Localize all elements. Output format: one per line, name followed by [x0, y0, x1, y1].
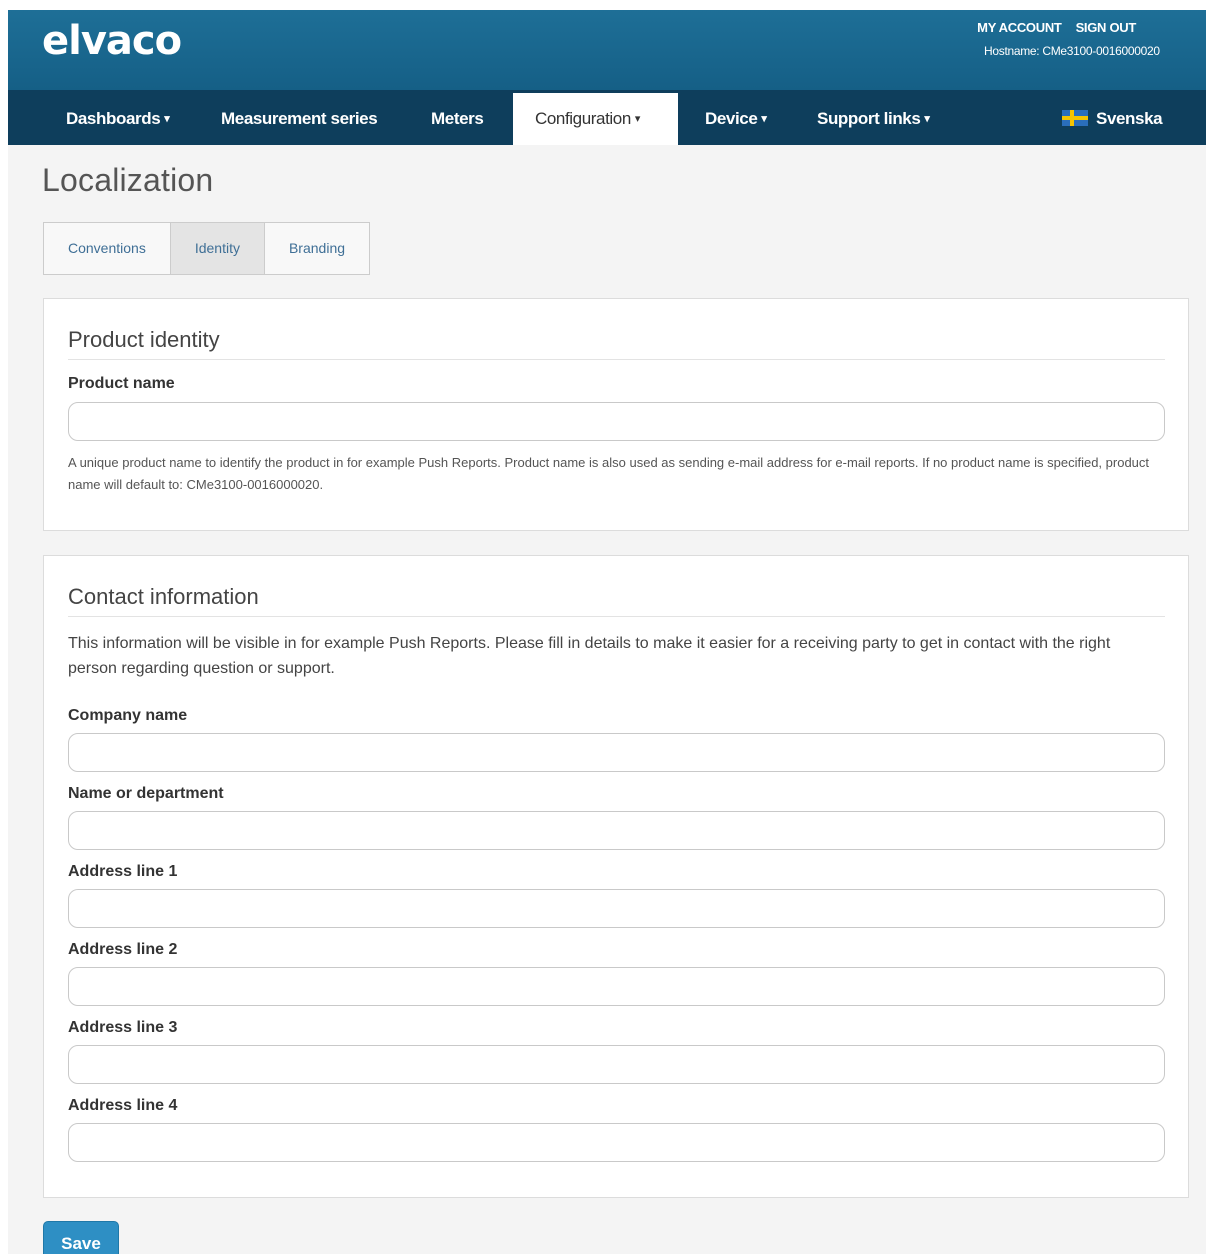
- tab-branding[interactable]: Branding: [265, 223, 369, 274]
- company-name-input[interactable]: [68, 733, 1165, 772]
- chevron-down-icon: ▾: [761, 113, 767, 125]
- name-or-department-label: Name or department: [68, 785, 224, 802]
- page-title: Localization: [42, 162, 214, 198]
- main-nav: Dashboards ▾ Measurement series Meters Co…: [8, 90, 1206, 145]
- nav-support-links[interactable]: Support links ▾: [817, 90, 930, 145]
- address-line-1-label: Address line 1: [68, 863, 178, 880]
- nav-meters-label: Meters: [431, 109, 484, 128]
- language-switch[interactable]: Svenska: [1062, 90, 1163, 145]
- my-account-link[interactable]: MY ACCOUNT: [977, 20, 1062, 35]
- chevron-down-icon: ▾: [634, 113, 641, 125]
- product-name-label: Product name: [68, 375, 175, 392]
- name-or-department-input[interactable]: [68, 811, 1165, 850]
- contact-information-panel: Contact information This information wil…: [43, 555, 1189, 1198]
- tab-identity[interactable]: Identity: [170, 223, 265, 274]
- address-line-1-input[interactable]: [68, 889, 1165, 928]
- swedish-flag-icon: [1062, 110, 1088, 126]
- address-line-3-label: Address line 3: [68, 1019, 178, 1036]
- elvaco-logo[interactable]: elvaco: [42, 18, 182, 64]
- divider: [68, 616, 1165, 617]
- address-line-4-input[interactable]: [68, 1123, 1165, 1162]
- nav-dashboards-label: Dashboards: [66, 109, 161, 128]
- nav-measurement-series[interactable]: Measurement series: [221, 90, 378, 145]
- nav-measurement-series-label: Measurement series: [221, 109, 378, 128]
- tab-conventions[interactable]: Conventions: [44, 223, 171, 274]
- app-frame: elvaco MY ACCOUNT SIGN OUT Hostname: CMe…: [8, 10, 1206, 1254]
- contact-information-description: This information will be visible in for …: [68, 635, 1111, 677]
- nav-device[interactable]: Device ▾: [705, 90, 767, 145]
- address-line-3-input[interactable]: [68, 1045, 1165, 1084]
- contact-information-title: Contact information: [68, 584, 259, 609]
- nav-configuration[interactable]: Configuration ▾: [513, 93, 678, 145]
- language-label: Svenska: [1096, 109, 1163, 128]
- hostname-label: Hostname: CMe3100-0016000020: [984, 44, 1160, 58]
- nav-device-label: Device: [705, 109, 758, 128]
- chevron-down-icon: ▾: [924, 113, 930, 125]
- product-identity-panel: Product identity Product name A unique p…: [43, 298, 1189, 531]
- localization-tabs: Conventions Identity Branding: [43, 222, 371, 275]
- chevron-down-icon: ▾: [164, 113, 170, 125]
- nav-support-links-label: Support links: [817, 109, 921, 128]
- product-name-input[interactable]: [68, 402, 1165, 441]
- nav-configuration-label: Configuration: [535, 109, 631, 128]
- company-name-label: Company name: [68, 707, 188, 724]
- nav-dashboards[interactable]: Dashboards ▾: [66, 90, 170, 145]
- product-name-help: A unique product name to identify the pr…: [68, 455, 1150, 492]
- product-identity-title: Product identity: [68, 327, 220, 352]
- address-line-4-label: Address line 4: [68, 1097, 178, 1114]
- nav-meters[interactable]: Meters: [431, 90, 484, 145]
- header: elvaco MY ACCOUNT SIGN OUT Hostname: CMe…: [8, 10, 1206, 90]
- account-links: MY ACCOUNT SIGN OUT: [977, 20, 1136, 35]
- address-line-2-label: Address line 2: [68, 941, 178, 958]
- save-button[interactable]: Save: [43, 1221, 119, 1254]
- sign-out-link[interactable]: SIGN OUT: [1076, 20, 1137, 35]
- divider: [68, 359, 1165, 360]
- address-line-2-input[interactable]: [68, 967, 1165, 1006]
